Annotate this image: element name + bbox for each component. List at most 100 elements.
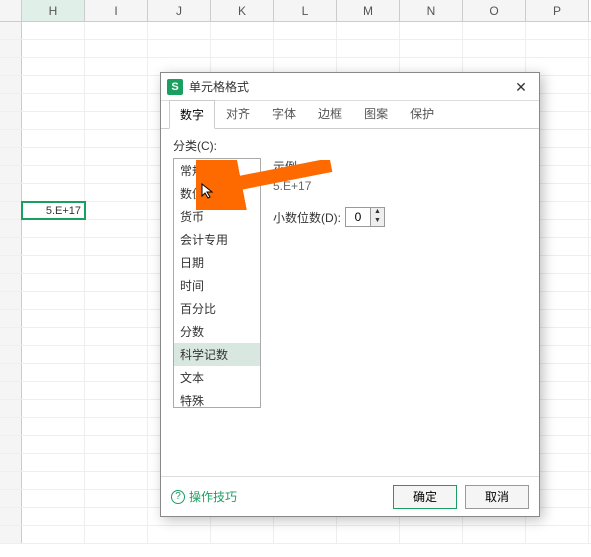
tab-3[interactable]: 边框 (307, 99, 353, 128)
cell[interactable] (85, 40, 148, 57)
cell[interactable] (526, 40, 589, 57)
cell[interactable]: 5.E+17 (22, 202, 85, 219)
cell[interactable] (85, 238, 148, 255)
cell[interactable] (22, 220, 85, 237)
col-header[interactable]: I (85, 0, 148, 21)
cell[interactable] (22, 508, 85, 525)
close-icon[interactable]: ✕ (509, 77, 533, 97)
cell[interactable] (85, 490, 148, 507)
cell[interactable] (22, 274, 85, 291)
cell[interactable] (22, 310, 85, 327)
cell[interactable] (148, 22, 211, 39)
cell[interactable] (22, 148, 85, 165)
category-list[interactable]: 常规数值货币会计专用日期时间百分比分数科学记数文本特殊自定义 (173, 158, 261, 408)
cell[interactable] (85, 418, 148, 435)
category-item[interactable]: 数值 (174, 182, 260, 205)
cell[interactable] (337, 22, 400, 39)
ok-button[interactable]: 确定 (393, 485, 457, 509)
decimal-places-spinner[interactable]: ▲ ▼ (345, 207, 385, 227)
cell[interactable] (85, 184, 148, 201)
col-header[interactable]: L (274, 0, 337, 21)
cell[interactable] (22, 364, 85, 381)
cell[interactable] (85, 274, 148, 291)
category-item[interactable]: 科学记数 (174, 343, 260, 366)
cell[interactable] (337, 526, 400, 543)
cell[interactable] (22, 40, 85, 57)
tab-5[interactable]: 保护 (399, 99, 445, 128)
cell[interactable] (274, 526, 337, 543)
cell[interactable] (85, 202, 148, 219)
cell[interactable] (211, 22, 274, 39)
spin-up-icon[interactable]: ▲ (371, 208, 384, 217)
cell[interactable] (22, 436, 85, 453)
cell[interactable] (85, 382, 148, 399)
category-item[interactable]: 常规 (174, 159, 260, 182)
cell[interactable] (22, 256, 85, 273)
col-header[interactable]: O (463, 0, 526, 21)
cell[interactable] (400, 526, 463, 543)
cell[interactable] (148, 40, 211, 57)
cell[interactable] (22, 472, 85, 489)
tab-2[interactable]: 字体 (261, 99, 307, 128)
col-header[interactable]: P (526, 0, 589, 21)
cancel-button[interactable]: 取消 (465, 485, 529, 509)
col-header[interactable]: J (148, 0, 211, 21)
cell[interactable] (337, 40, 400, 57)
cell[interactable] (22, 400, 85, 417)
category-item[interactable]: 货币 (174, 205, 260, 228)
cell[interactable] (22, 292, 85, 309)
col-header[interactable]: H (22, 0, 85, 21)
cell[interactable] (274, 40, 337, 57)
category-item[interactable]: 分数 (174, 320, 260, 343)
cell[interactable] (400, 22, 463, 39)
cell[interactable] (85, 148, 148, 165)
cell[interactable] (85, 256, 148, 273)
col-header[interactable]: M (337, 0, 400, 21)
cell[interactable] (22, 112, 85, 129)
cell[interactable] (22, 346, 85, 363)
cell[interactable] (85, 130, 148, 147)
cell[interactable] (85, 166, 148, 183)
cell[interactable] (85, 310, 148, 327)
cell[interactable] (400, 40, 463, 57)
cell[interactable] (85, 364, 148, 381)
cell[interactable] (85, 58, 148, 75)
cell[interactable] (22, 490, 85, 507)
cell[interactable] (85, 454, 148, 471)
cell[interactable] (526, 22, 589, 39)
tips-link[interactable]: ? 操作技巧 (171, 488, 385, 505)
cell[interactable] (85, 220, 148, 237)
cell[interactable] (85, 472, 148, 489)
cell[interactable] (85, 94, 148, 111)
cell[interactable] (463, 40, 526, 57)
col-header[interactable]: K (211, 0, 274, 21)
category-item[interactable]: 百分比 (174, 297, 260, 320)
category-item[interactable]: 日期 (174, 251, 260, 274)
cell[interactable] (22, 418, 85, 435)
cell[interactable] (22, 94, 85, 111)
cell[interactable] (22, 166, 85, 183)
cell[interactable] (211, 40, 274, 57)
tab-1[interactable]: 对齐 (215, 99, 261, 128)
cell[interactable] (22, 184, 85, 201)
corner-cell[interactable] (0, 0, 22, 21)
cell[interactable] (85, 346, 148, 363)
cell[interactable] (85, 526, 148, 543)
cell[interactable] (148, 526, 211, 543)
cell[interactable] (463, 526, 526, 543)
category-item[interactable]: 特殊 (174, 389, 260, 408)
cell[interactable] (22, 328, 85, 345)
cell[interactable] (22, 130, 85, 147)
cell[interactable] (463, 22, 526, 39)
cell[interactable] (274, 22, 337, 39)
cell[interactable] (22, 238, 85, 255)
cell[interactable] (22, 58, 85, 75)
cell[interactable] (85, 328, 148, 345)
category-item[interactable]: 文本 (174, 366, 260, 389)
spin-down-icon[interactable]: ▼ (371, 217, 384, 226)
cell[interactable] (85, 76, 148, 93)
cell[interactable] (22, 382, 85, 399)
cell[interactable] (22, 526, 85, 543)
cell[interactable] (526, 526, 589, 543)
cell[interactable] (211, 526, 274, 543)
